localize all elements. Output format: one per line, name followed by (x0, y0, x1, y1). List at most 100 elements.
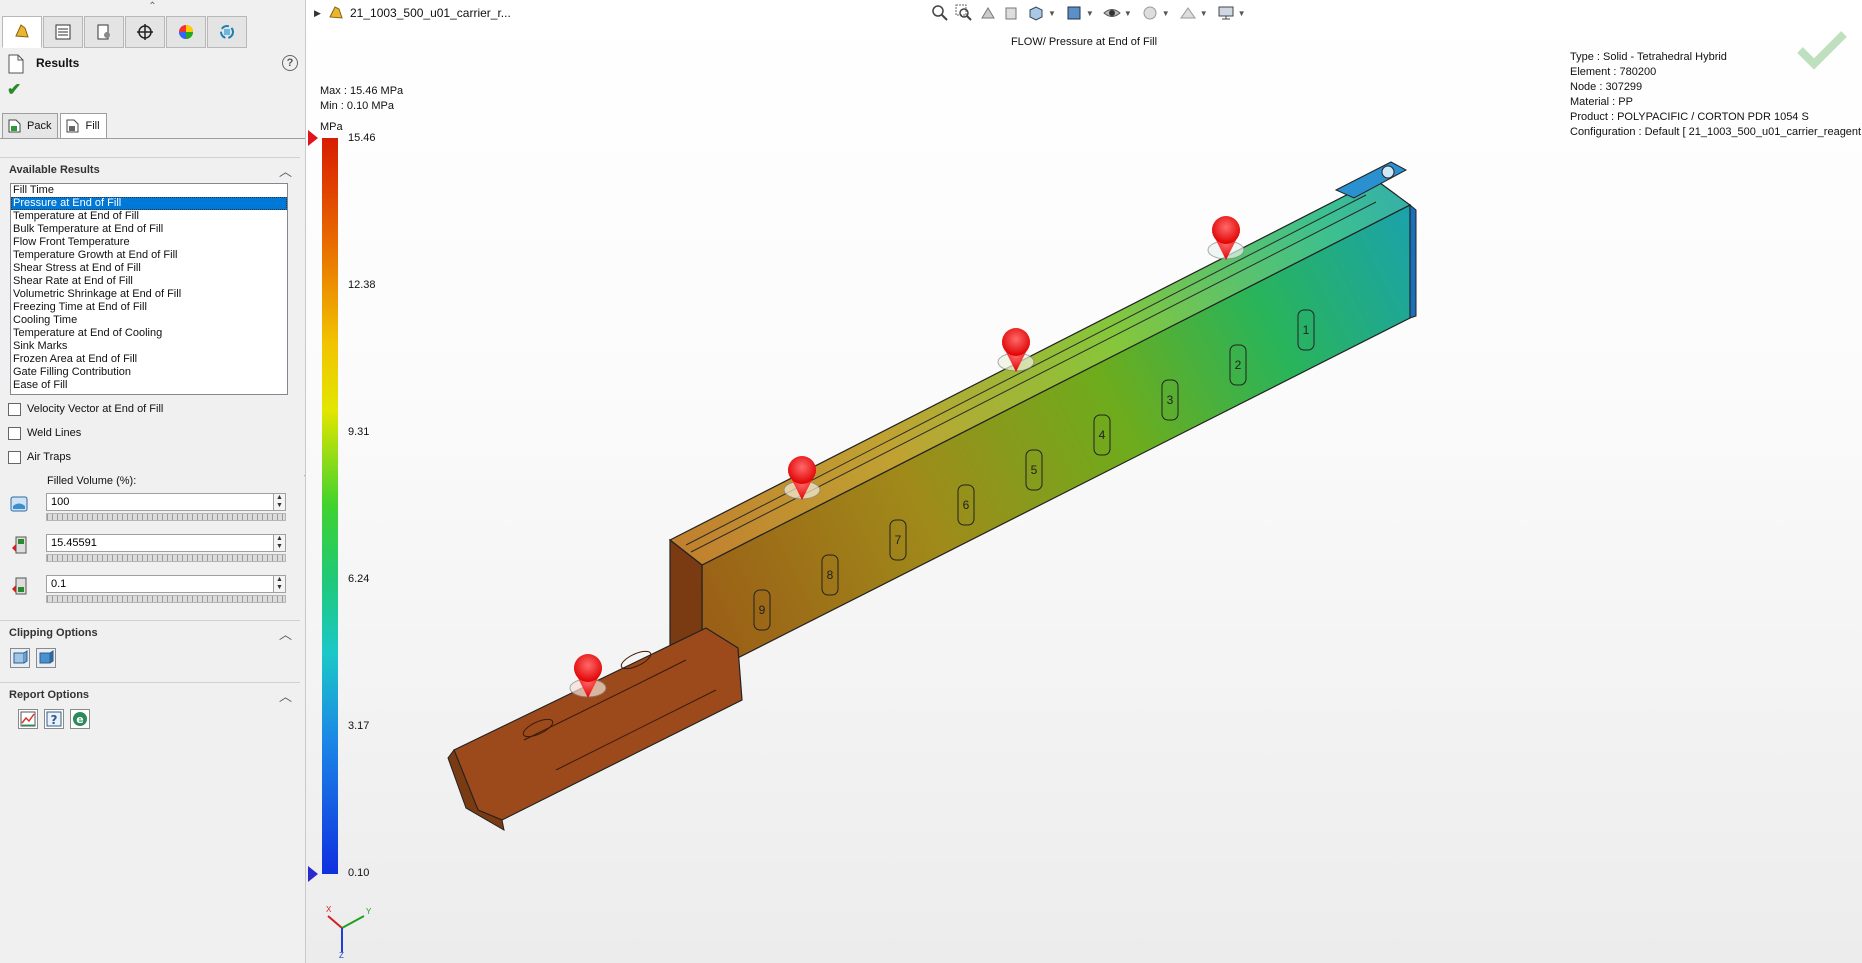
list-item[interactable]: Shear Stress at End of Fill (11, 262, 287, 275)
view-settings-button[interactable] (1214, 3, 1238, 23)
apply-scene-button[interactable] (1176, 3, 1200, 23)
slot-number: 9 (759, 603, 766, 617)
list-item[interactable]: Shear Rate at End of Fill (11, 275, 287, 288)
list-item[interactable]: Bulk Temperature at End of Fill (11, 223, 287, 236)
dropdown-caret-icon[interactable]: ▼ (1238, 9, 1246, 18)
clipping-options-header[interactable]: Clipping Options ︿ (0, 620, 300, 643)
filled-volume-input[interactable] (46, 493, 274, 511)
dropdown-caret-icon[interactable]: ▼ (1162, 9, 1170, 18)
velocity-vector-checkbox[interactable]: Velocity Vector at End of Fill (8, 400, 163, 418)
list-item[interactable]: Temperature Growth at End of Fill (11, 249, 287, 262)
air-traps-checkbox[interactable]: Air Traps (8, 448, 71, 466)
part-body (447, 161, 1417, 831)
list-item[interactable]: Cooling Time (11, 314, 287, 327)
display-style-button[interactable] (1062, 3, 1086, 23)
hide-show-button[interactable] (1100, 3, 1124, 23)
dropdown-caret-icon[interactable]: ▼ (1124, 9, 1132, 18)
part-model[interactable]: 1 2 3 4 5 6 7 8 9 (306, 0, 1862, 963)
checkbox-box[interactable] (8, 426, 21, 440)
slot-number: 1 (1303, 323, 1310, 337)
dropdown-caret-icon[interactable]: ▼ (1048, 9, 1056, 18)
graphics-viewport[interactable]: 1 2 3 4 5 6 7 8 9 ▶ 21_1003_500_u01_carr… (306, 0, 1862, 963)
tab-simulation-manager[interactable] (207, 16, 247, 48)
tab-pack[interactable]: Pack (2, 113, 59, 139)
checkbox-label: Velocity Vector at End of Fill (27, 403, 164, 415)
pack-icon (8, 119, 21, 133)
results-listbox[interactable]: Fill Time Pressure at End of Fill Temper… (10, 183, 288, 395)
available-results-header[interactable]: Available Results ︿ (0, 157, 300, 180)
zoom-area-button[interactable] (952, 3, 976, 23)
max-value-slider[interactable] (46, 554, 286, 562)
gate-marker-icon[interactable] (997, 328, 1035, 372)
list-item[interactable]: Volumetric Shrinkage at End of Fill (11, 288, 287, 301)
slot-number: 2 (1235, 358, 1242, 372)
svg-text:?: ? (51, 713, 58, 727)
filled-volume-slider[interactable] (46, 513, 286, 521)
list-item[interactable]: Temperature at End of Cooling (11, 327, 287, 340)
list-item[interactable]: Freezing Time at End of Fill (11, 301, 287, 314)
tree-expand-arrow-icon[interactable]: ▶ (314, 8, 321, 19)
help-icon[interactable]: ? (282, 55, 298, 71)
ok-check-icon[interactable]: ✔ (7, 80, 21, 100)
report-chart-button[interactable] (18, 709, 38, 729)
iso-clipping-button[interactable] (36, 648, 56, 668)
legend-tick: 3.17 (348, 720, 370, 732)
report-export-button[interactable]: e (70, 709, 90, 729)
legend-max-marker[interactable] (308, 130, 318, 146)
tab-display-manager[interactable] (166, 16, 206, 48)
gate-marker-icon[interactable] (1207, 216, 1245, 260)
tab-property-manager[interactable] (43, 16, 83, 48)
tab-fill[interactable]: Fill (60, 113, 107, 139)
checkbox-box[interactable] (8, 450, 21, 464)
legend-unit: MPa (320, 121, 343, 133)
min-value-slider[interactable] (46, 595, 286, 603)
previous-view-button[interactable] (976, 3, 1000, 23)
report-options-header[interactable]: Report Options ︿ (0, 682, 300, 705)
max-value-spinner[interactable]: ▲ ▼ (274, 534, 286, 552)
collapse-chevron-icon[interactable]: ︿ (279, 161, 292, 180)
panel-collapse-handle[interactable]: ⌃ (0, 0, 305, 14)
list-item[interactable]: Temperature at End of Fill (11, 210, 287, 223)
min-value-spinner[interactable]: ▲ ▼ (274, 575, 286, 593)
list-item[interactable]: Flow Front Temperature (11, 236, 287, 249)
list-item-selected[interactable]: Pressure at End of Fill (11, 197, 287, 210)
min-value-input[interactable] (46, 575, 274, 593)
view-orientation-button[interactable] (1024, 3, 1048, 23)
gate-marker-icon[interactable] (569, 654, 607, 698)
list-item[interactable]: Ease of Fill (11, 379, 287, 392)
weld-lines-checkbox[interactable]: Weld Lines (8, 424, 81, 442)
zoom-fit-icon (932, 5, 948, 21)
confirm-check-icon[interactable] (1796, 30, 1848, 70)
collapse-chevron-icon[interactable]: ︿ (279, 686, 292, 705)
tab-dimxpert-manager[interactable] (125, 16, 165, 48)
list-item[interactable]: Frozen Area at End of Fill (11, 353, 287, 366)
legend-tick: 12.38 (348, 279, 376, 291)
tabs-divider (0, 138, 305, 139)
clipping-plane-button[interactable] (10, 648, 30, 668)
zoom-to-fit-button[interactable] (928, 3, 952, 23)
list-item[interactable]: Sink Marks (11, 340, 287, 353)
list-item[interactable]: Fill Time (11, 184, 287, 197)
dropdown-caret-icon[interactable]: ▼ (1086, 9, 1094, 18)
feature-manager-icon (15, 24, 29, 38)
checkbox-box[interactable] (8, 402, 21, 416)
display-manager-icon (179, 25, 193, 39)
filled-volume-spinner[interactable]: ▲ ▼ (274, 493, 286, 511)
edit-appearance-button[interactable] (1138, 3, 1162, 23)
tab-feature-manager[interactable] (2, 16, 42, 48)
collapse-chevron-icon[interactable]: ︿ (279, 624, 292, 643)
min-value-row: ▲▼ (8, 575, 298, 605)
section-view-button[interactable] (1000, 3, 1024, 23)
simulation-manager-icon (220, 25, 234, 39)
info-product: Product : POLYPACIFIC / CORTON PDR 1054 … (1570, 111, 1809, 123)
max-value-input[interactable] (46, 534, 274, 552)
legend-min-marker[interactable] (308, 866, 318, 882)
report-help-button[interactable]: ? (44, 709, 64, 729)
zoom-area-icon (955, 4, 972, 21)
tab-configuration-manager[interactable] (84, 16, 124, 48)
results-document-icon (8, 54, 24, 74)
model-name[interactable]: 21_1003_500_u01_carrier_r... (350, 6, 511, 20)
list-item[interactable]: Gate Filling Contribution (11, 366, 287, 379)
question-report-icon: ? (46, 711, 62, 727)
dropdown-caret-icon[interactable]: ▼ (1200, 9, 1208, 18)
